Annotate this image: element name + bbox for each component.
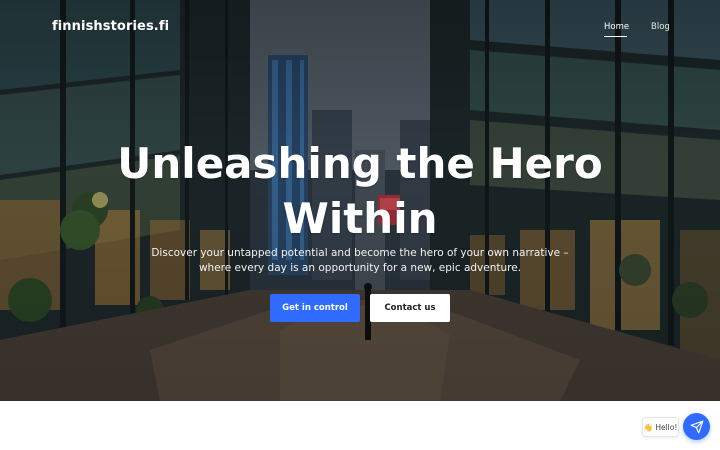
brand-logo-link[interactable]: finnishstories.fi [52,19,169,34]
page: finnishstories.fi Home Blog Unleashing t… [0,0,720,450]
hero-title: Unleashing the Hero Within [117,139,603,243]
navbar: finnishstories.fi Home Blog [0,0,720,56]
chat-greeting-bubble[interactable]: 👋 Hello! [642,417,679,437]
contact-us-button[interactable]: Contact us [370,294,450,322]
send-icon [690,420,703,433]
nav-active-indicator [604,36,627,37]
get-in-control-button[interactable]: Get in control [270,294,360,322]
chat-open-button[interactable] [683,413,710,440]
nav-link-blog[interactable]: Blog [651,22,670,32]
nav-link-home[interactable]: Home [604,22,629,32]
hero-subtitle: Discover your untapped potential and bec… [151,247,569,274]
